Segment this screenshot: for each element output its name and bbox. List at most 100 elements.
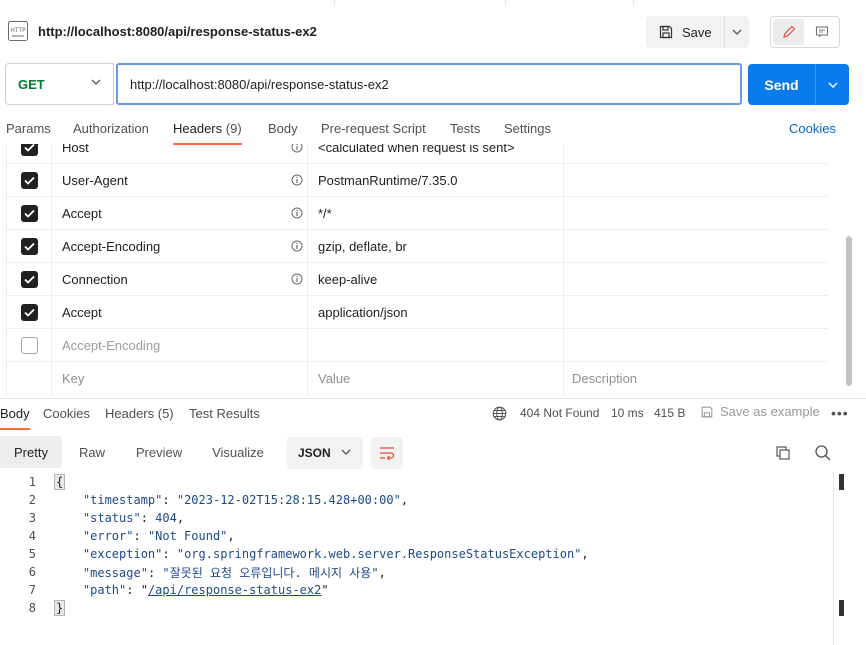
view-mode-toggle	[770, 16, 840, 48]
json-value: "org.springframework.web.server.Response…	[176, 547, 582, 561]
response-status[interactable]: 404 Not Found	[520, 406, 599, 420]
header-enabled-checkbox[interactable]	[20, 304, 38, 321]
wrap-lines-button[interactable]	[371, 437, 403, 469]
tab-response-cookies[interactable]: Cookies	[43, 406, 90, 421]
tab-settings[interactable]: Settings	[504, 121, 551, 136]
header-key[interactable]: Accept-Encoding	[52, 329, 308, 362]
active-tab-indicator	[173, 143, 242, 145]
save-button[interactable]: Save	[646, 16, 725, 48]
header-description[interactable]	[564, 197, 828, 230]
header-row: User-Agent PostmanRuntime/7.35.0	[7, 164, 828, 197]
more-options-icon[interactable]: •••	[831, 405, 849, 421]
response-time[interactable]: 10 ms	[611, 406, 644, 420]
header-value[interactable]: PostmanRuntime/7.35.0	[308, 164, 564, 197]
header-value[interactable]: application/json	[308, 296, 564, 329]
tab-authorization[interactable]: Authorization	[73, 121, 149, 136]
cookies-link[interactable]: Cookies	[789, 121, 836, 136]
header-enabled-checkbox[interactable]	[20, 172, 38, 189]
code-line: 4 "error": "Not Found",	[0, 527, 834, 545]
json-value: "Not Found"	[147, 529, 228, 543]
code-line: 1 {	[0, 473, 834, 491]
comment-icon	[815, 26, 828, 38]
tab-params[interactable]: Params	[6, 121, 51, 136]
globe-icon[interactable]	[492, 406, 507, 421]
send-group: Send	[748, 64, 849, 105]
header-key[interactable]: User-Agent	[62, 173, 128, 188]
line-number: 4	[28, 529, 36, 543]
header-key[interactable]: Accept	[62, 206, 102, 221]
open-brace: {	[54, 474, 66, 490]
view-pretty[interactable]: Pretty	[0, 436, 62, 468]
response-body-code[interactable]: 1 { 2 "timestamp": "2023-12-02T15:28:15.…	[0, 472, 834, 645]
edit-mode-button[interactable]	[773, 19, 804, 45]
header-description[interactable]	[564, 230, 828, 263]
header-enabled-checkbox[interactable]	[20, 337, 38, 354]
tab-headers[interactable]: Headers (9)	[173, 121, 242, 145]
copy-icon	[776, 446, 790, 460]
search-icon	[815, 445, 831, 461]
line-number: 6	[28, 565, 36, 579]
response-view-bar: Pretty Raw Preview Visualize JSON	[0, 436, 866, 470]
documentation-mode-button[interactable]	[806, 19, 837, 45]
header-value[interactable]: keep-alive	[308, 263, 564, 296]
json-value: 404	[155, 511, 177, 525]
json-value-link[interactable]: /api/response-status-ex2	[148, 583, 321, 597]
close-brace: }	[54, 600, 66, 616]
format-select[interactable]: JSON	[287, 437, 363, 469]
header-value[interactable]: */*	[308, 197, 564, 230]
line-number: 8	[28, 601, 36, 615]
wrap-lines-icon	[380, 447, 395, 460]
tab-test-results[interactable]: Test Results	[189, 406, 260, 421]
info-icon[interactable]	[291, 240, 303, 255]
header-key[interactable]: Connection	[62, 272, 128, 287]
header-key[interactable]: Accept	[52, 296, 308, 329]
header-description[interactable]	[564, 263, 828, 296]
header-enabled-checkbox[interactable]	[20, 238, 38, 255]
tab-tests[interactable]: Tests	[450, 121, 480, 136]
new-value-input[interactable]: Value	[308, 362, 564, 395]
info-icon[interactable]	[291, 207, 303, 222]
view-raw[interactable]: Raw	[70, 436, 114, 468]
header-value[interactable]: gzip, deflate, br	[308, 230, 564, 263]
request-title[interactable]: http://localhost:8080/api/response-statu…	[38, 24, 317, 39]
save-options-button[interactable]	[725, 16, 749, 48]
header-row: Accept-Encoding gzip, deflate, br	[7, 230, 828, 263]
send-button[interactable]: Send	[748, 64, 816, 105]
header-row: Accept application/json	[7, 296, 828, 329]
tab-pre-request-script[interactable]: Pre-request Script	[321, 121, 426, 136]
copy-button[interactable]	[774, 444, 792, 465]
header-description[interactable]	[564, 329, 828, 362]
new-key-input[interactable]: Key	[52, 362, 308, 395]
response-size[interactable]: 415 B	[654, 406, 685, 420]
code-line: 2 "timestamp": "2023-12-02T15:28:15.428+…	[0, 491, 834, 509]
code-line: 8 }	[0, 599, 834, 617]
header-enabled-checkbox[interactable]	[20, 271, 38, 288]
save-as-example-label: Save as example	[720, 404, 820, 419]
save-group: Save	[646, 16, 749, 48]
info-icon[interactable]	[291, 174, 303, 189]
headers-table: Host <calculated when request is sent> U…	[6, 132, 828, 396]
header-value[interactable]	[308, 329, 564, 362]
send-options-button[interactable]	[816, 64, 849, 105]
header-enabled-checkbox[interactable]	[20, 205, 38, 222]
tab-body[interactable]: Body	[268, 121, 298, 136]
tab-strip-edge	[334, 0, 506, 6]
method-select[interactable]: GET	[5, 63, 114, 105]
new-description-input[interactable]: Description	[564, 362, 828, 395]
info-icon[interactable]	[291, 273, 303, 288]
view-preview[interactable]: Preview	[128, 436, 190, 468]
header-key[interactable]: Accept-Encoding	[62, 239, 160, 254]
header-row: Accept */*	[7, 197, 828, 230]
view-visualize[interactable]: Visualize	[203, 436, 273, 468]
line-number: 1	[28, 475, 36, 489]
line-number: 5	[28, 547, 36, 561]
tab-response-headers[interactable]: Headers (5)	[105, 406, 174, 421]
request-header-bar: HTTP http://localhost:8080/api/response-…	[0, 0, 866, 64]
search-button[interactable]	[814, 444, 832, 465]
url-input[interactable]: http://localhost:8080/api/response-statu…	[116, 63, 742, 105]
save-as-example-button[interactable]: Save as example	[700, 404, 820, 419]
headers-scrollbar[interactable]	[846, 236, 852, 386]
header-description[interactable]	[564, 296, 828, 329]
tab-response-body[interactable]: Body	[0, 406, 30, 430]
header-description[interactable]	[564, 164, 828, 197]
